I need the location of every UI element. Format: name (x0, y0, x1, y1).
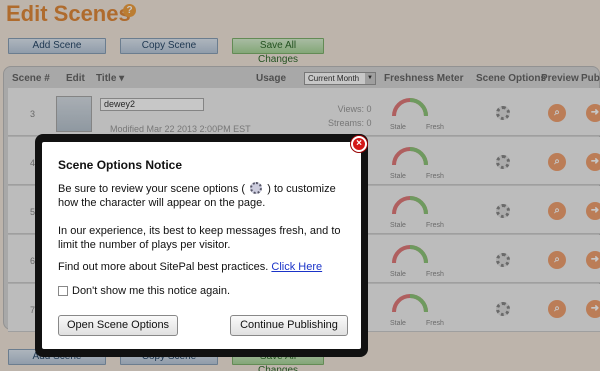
continue-publishing-button[interactable]: Continue Publishing (230, 315, 348, 336)
gear-icon (250, 182, 263, 194)
click-here-link[interactable]: Click Here (271, 261, 322, 273)
modal-paragraph-freshness: In our experience, its best to keep mess… (58, 225, 341, 251)
options-text-start: Be sure to review your scene options ( (58, 183, 246, 195)
scene-options-modal: Scene Options Notice Be sure to review y… (35, 134, 368, 357)
close-icon[interactable]: × (351, 136, 367, 152)
dont-show-again-label: Don't show me this notice again. (72, 285, 231, 297)
open-scene-options-button[interactable]: Open Scene Options (58, 315, 178, 336)
dont-show-again-checkbox[interactable] (58, 286, 68, 296)
dont-show-again-row[interactable]: Don't show me this notice again. (58, 285, 230, 297)
modal-paragraph-options: Be sure to review your scene options ( )… (58, 182, 350, 210)
modal-title: Scene Options Notice (58, 158, 183, 172)
modal-paragraph-best-practices: Find out more about SitePal best practic… (58, 260, 350, 274)
modal-body: Scene Options Notice Be sure to review y… (42, 142, 361, 349)
best-practices-text: Find out more about SitePal best practic… (58, 261, 269, 273)
